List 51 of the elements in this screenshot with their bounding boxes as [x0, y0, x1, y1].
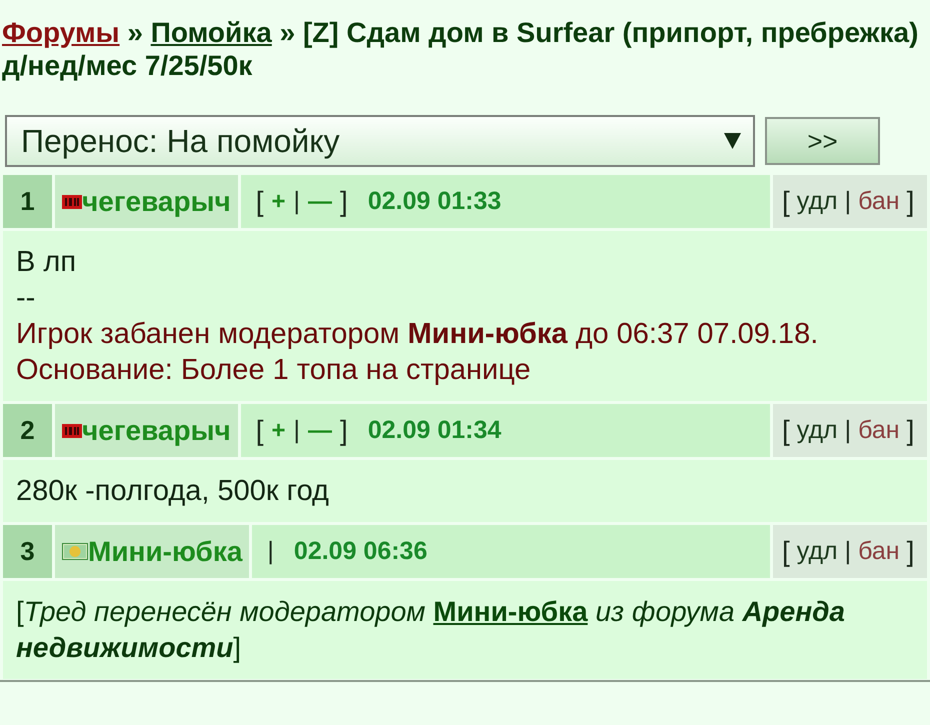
- section-link[interactable]: Помойка: [150, 17, 272, 48]
- forums-link[interactable]: Форумы: [2, 17, 120, 48]
- vote-link[interactable]: —: [308, 412, 332, 448]
- separator-text: |: [294, 186, 300, 217]
- vote-link[interactable]: +: [272, 412, 286, 448]
- ban-link[interactable]: бан: [858, 412, 900, 450]
- ban-notice: Основание: Более 1 топа на странице: [16, 353, 532, 388]
- post-text: 280к -полгода, 500к год: [16, 474, 330, 509]
- separator-text: |: [844, 536, 852, 567]
- vote-link[interactable]: —: [308, 184, 332, 220]
- dropdown-arrow-icon: [724, 133, 741, 149]
- clan-badge-icon: [62, 194, 82, 208]
- post-number: 1: [3, 175, 52, 228]
- avatar-icon: [62, 543, 88, 560]
- clan-badge-icon: [62, 424, 82, 438]
- thread-moved-notice: [Тред перенесён модератором Мини-юбка из форума Аренда недвижимости]: [16, 595, 846, 665]
- post-date: 02.09 01:33: [368, 186, 502, 217]
- bracket-text: ]: [906, 184, 914, 219]
- separator-text: |: [294, 414, 300, 446]
- post-text: --: [16, 281, 36, 316]
- post-number: 3: [3, 525, 52, 578]
- author-name[interactable]: Мини-юбка: [88, 530, 242, 572]
- bracket-text: [: [256, 414, 264, 448]
- ban-notice: Игрок забанен модератором Мини-юбка до 06:37 07.09.18.: [16, 317, 820, 352]
- post-number: 2: [3, 404, 52, 457]
- post-date: 02.09 01:34: [368, 414, 502, 446]
- separator-text: |: [844, 414, 852, 446]
- bracket-text: [: [782, 534, 790, 569]
- post-text: В лп: [16, 245, 78, 280]
- submit-button[interactable]: >>: [765, 117, 880, 165]
- move-select[interactable]: Перенос: На помойку: [5, 115, 755, 167]
- separator-text: |: [844, 186, 852, 217]
- ban-link[interactable]: бан: [858, 182, 900, 220]
- breadcrumb-heading: Форумы » Помойка » [Z] Сдам дом в Surfear (припорт, пребрежка) д/нед/мес 7/25/50к: [2, 16, 920, 82]
- vote-link[interactable]: +: [272, 184, 286, 220]
- bracket-text: [: [782, 184, 790, 219]
- bracket-text: ]: [340, 414, 348, 448]
- author-name[interactable]: чегеварыч: [82, 180, 231, 222]
- delete-link[interactable]: удл: [796, 532, 838, 570]
- bracket-text: [: [782, 414, 790, 448]
- delete-link[interactable]: удл: [796, 182, 838, 220]
- moderator-link[interactable]: Мини-юбка: [433, 596, 588, 627]
- ban-link[interactable]: бан: [858, 532, 900, 570]
- bracket-text: [: [256, 184, 264, 219]
- bracket-text: ]: [340, 184, 348, 219]
- author-name[interactable]: чегеварыч: [82, 410, 231, 452]
- delete-link[interactable]: удл: [796, 412, 838, 450]
- post-date: 02.09 06:36: [294, 536, 428, 567]
- bracket-text: ]: [906, 534, 914, 569]
- bracket-text: ]: [906, 414, 914, 448]
- separator-text: |: [267, 536, 274, 567]
